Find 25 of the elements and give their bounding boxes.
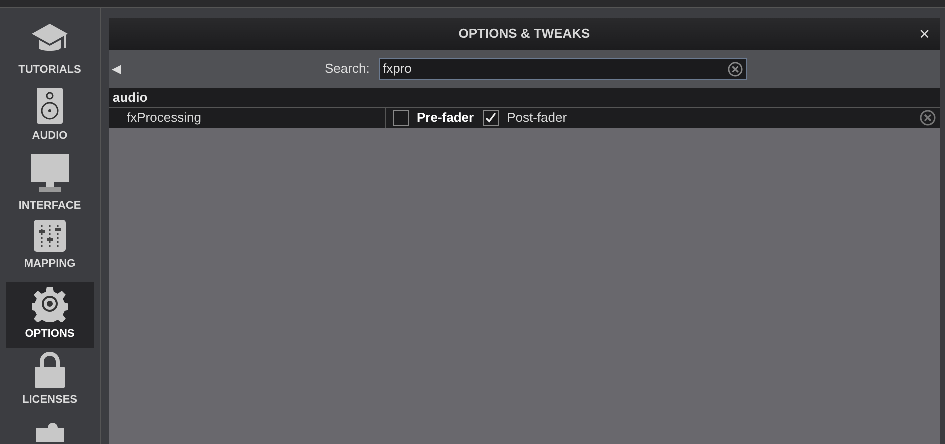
sliders-icon xyxy=(34,220,66,252)
checkbox[interactable] xyxy=(393,110,409,126)
sidebar-item[interactable]: TUTORIALS xyxy=(6,18,94,84)
dialog-title: OPTIONS & TWEAKS xyxy=(458,25,590,44)
search-field[interactable]: fxpro xyxy=(379,58,747,80)
gear-icon xyxy=(32,286,68,322)
option-label: Pre-fader xyxy=(417,109,474,128)
sidebar-item[interactable]: LICENSES xyxy=(6,348,94,414)
checkbox[interactable] xyxy=(483,110,500,126)
search-label: Search: xyxy=(325,60,370,78)
setting-name: fxProcessing xyxy=(109,108,386,128)
monitor-icon xyxy=(31,154,69,194)
option-label: Post-fader xyxy=(507,109,568,128)
close-button[interactable]: × xyxy=(919,25,930,43)
search-value: fxpro xyxy=(383,60,413,78)
sidebar-item[interactable]: AUDIO xyxy=(6,84,94,150)
sidebar-item[interactable]: MAPPING xyxy=(6,216,94,282)
clear-icon[interactable] xyxy=(728,62,743,76)
reset-icon[interactable] xyxy=(920,110,936,126)
sidebar-item[interactable]: OPTIONS xyxy=(6,282,94,348)
group-header: audio xyxy=(109,88,940,108)
padlock-icon xyxy=(35,352,65,388)
sidebar-item[interactable]: INTERFACE xyxy=(6,150,94,216)
back-button[interactable]: ◀ xyxy=(112,60,121,78)
speaker-icon xyxy=(37,88,63,124)
